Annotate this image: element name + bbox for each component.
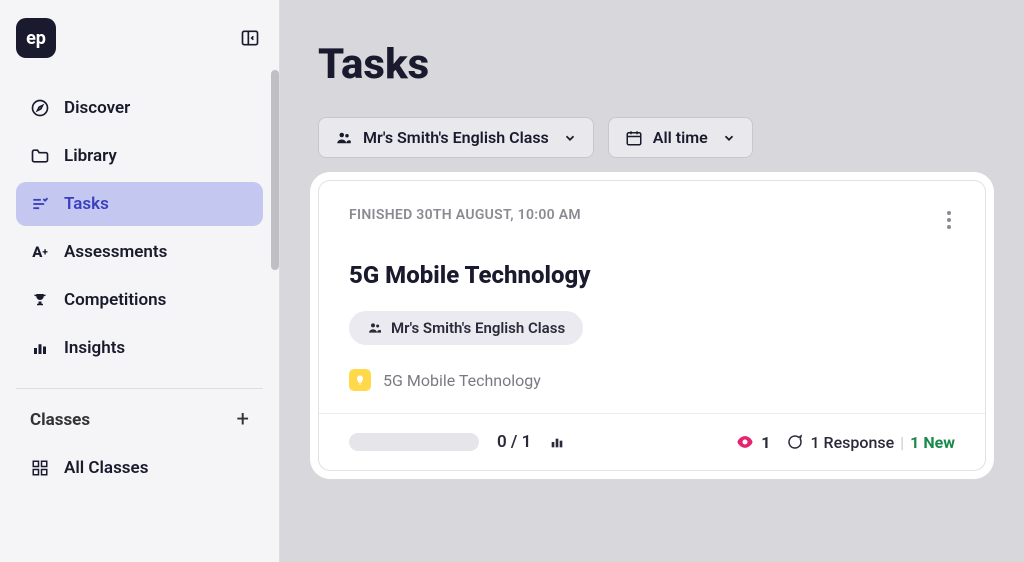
task-card-footer: 0 / 1 1 1 Response | 1 New [319, 413, 985, 470]
sidebar-item-label: Library [64, 146, 117, 166]
filter-row: Mr's Smith's English Class All time [318, 117, 986, 158]
tasks-icon [30, 194, 50, 214]
task-meta-row: FINISHED 30TH AUGUST, 10:00 AM [349, 207, 955, 233]
trophy-icon [30, 290, 50, 310]
group-icon [335, 129, 353, 147]
classes-section-header: Classes + [16, 399, 263, 440]
sidebar-item-discover[interactable]: Discover [16, 86, 263, 130]
sidebar-scrollbar[interactable] [271, 70, 279, 560]
sidebar-item-library[interactable]: Library [16, 134, 263, 178]
task-class-pill[interactable]: Mr's Smith's English Class [349, 311, 583, 345]
class-filter-label: Mr's Smith's English Class [363, 128, 549, 147]
task-progress-bar [349, 433, 479, 451]
class-filter-dropdown[interactable]: Mr's Smith's English Class [318, 117, 594, 158]
classes-label: Classes [30, 410, 90, 430]
sidebar-item-label: Insights [64, 338, 125, 358]
sidebar-divider [16, 388, 263, 389]
panel-collapse-icon [240, 28, 260, 48]
bar-chart-icon [30, 338, 50, 358]
chevron-down-icon [563, 131, 577, 145]
sidebar-item-label: Discover [64, 98, 130, 118]
separator: | [900, 433, 904, 452]
sidebar-item-label: All Classes [64, 458, 148, 478]
collapse-sidebar-button[interactable] [237, 25, 263, 51]
sidebar-item-label: Competitions [64, 290, 166, 310]
calendar-icon [625, 129, 643, 147]
sidebar-item-all-classes[interactable]: All Classes [16, 446, 263, 490]
task-finished-timestamp: FINISHED 30TH AUGUST, 10:00 AM [349, 207, 581, 223]
bar-chart-icon [549, 434, 565, 450]
task-topic-label: 5G Mobile Technology [383, 371, 541, 390]
chevron-down-icon [722, 131, 736, 145]
time-filter-dropdown[interactable]: All time [608, 117, 753, 158]
task-title: 5G Mobile Technology [349, 261, 955, 289]
sidebar-item-label: Assessments [64, 242, 167, 262]
group-icon [367, 320, 383, 336]
task-class-label: Mr's Smith's English Class [391, 319, 565, 337]
task-progress-group: 0 / 1 [349, 432, 565, 452]
sidebar-item-assessments[interactable]: A+ Assessments [16, 230, 263, 274]
sidebar-item-label: Tasks [64, 194, 109, 214]
task-meta-right: 1 1 Response | 1 New [735, 432, 955, 452]
folder-icon [30, 146, 50, 166]
task-view-count: 1 [761, 433, 770, 452]
task-new-badge: 1 New [910, 433, 955, 452]
task-progress-text: 0 / 1 [497, 432, 531, 452]
task-card-body: FINISHED 30TH AUGUST, 10:00 AM 5G Mobile… [319, 181, 985, 413]
sidebar-item-tasks[interactable]: Tasks [16, 182, 263, 226]
lightbulb-icon [349, 369, 371, 391]
app-logo[interactable]: ep [16, 18, 56, 58]
time-filter-label: All time [653, 128, 708, 147]
add-class-button[interactable]: + [237, 407, 249, 432]
sidebar-item-competitions[interactable]: Competitions [16, 278, 263, 322]
main-content: Tasks Mr's Smith's English Class All tim… [280, 0, 1024, 562]
task-views: 1 [735, 432, 770, 452]
compass-icon [30, 98, 50, 118]
sidebar: ep Discover Library Tasks A+ Assessments… [0, 0, 280, 562]
task-response-text: 1 Response [810, 433, 894, 452]
task-menu-button[interactable] [943, 207, 955, 233]
task-topic-row: 5G Mobile Technology [349, 369, 955, 391]
sidebar-item-insights[interactable]: Insights [16, 326, 263, 370]
task-card[interactable]: FINISHED 30TH AUGUST, 10:00 AM 5G Mobile… [318, 180, 986, 471]
eye-icon [735, 432, 755, 452]
sidebar-header: ep [16, 18, 263, 58]
grid-icon [30, 458, 50, 478]
task-responses[interactable]: 1 Response | 1 New [786, 433, 955, 452]
comment-icon [786, 433, 804, 451]
page-title: Tasks [318, 40, 986, 89]
sidebar-scrollbar-thumb[interactable] [271, 70, 279, 270]
a-plus-icon: A+ [30, 242, 50, 262]
